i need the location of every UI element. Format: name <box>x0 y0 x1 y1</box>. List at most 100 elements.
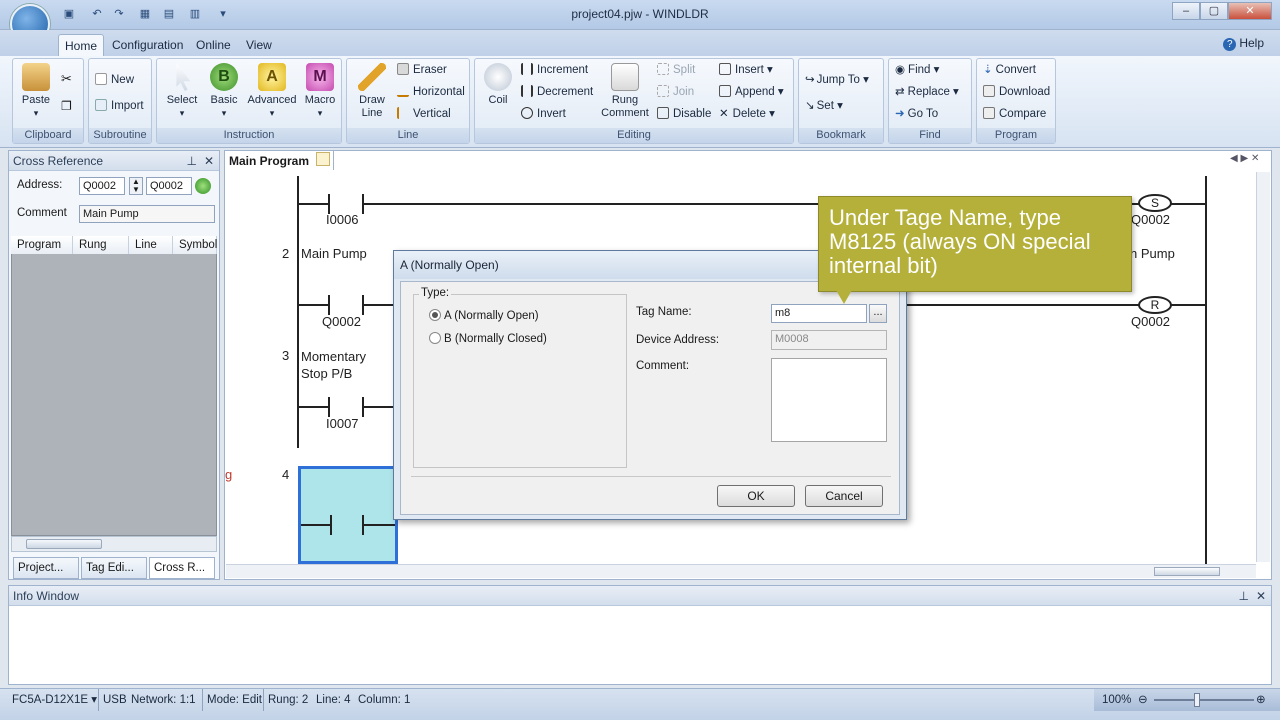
instruction-group: Select ▾ B Basic ▾ A Advanced ▾ M Macro ▾ In… <box>156 58 342 144</box>
download-button[interactable]: Download <box>983 83 1050 101</box>
info-pin-icon[interactable]: ⊥ <box>1239 586 1249 606</box>
address-to-field[interactable]: Q0002 <box>146 177 192 195</box>
basic-button[interactable]: B Basic ▾ <box>205 63 243 120</box>
panel-close-icon[interactable]: ✕ <box>204 151 214 171</box>
coil-icon <box>484 63 512 91</box>
paste-icon <box>22 63 50 91</box>
cancel-button[interactable]: Cancel <box>805 485 883 507</box>
rung2-contact-address: Q0002 <box>322 314 362 329</box>
rung2-reset-coil[interactable]: R <box>1138 296 1172 314</box>
comment-field[interactable]: Main Pump <box>79 205 215 223</box>
find-button[interactable]: ◉ Find ▾ <box>895 61 939 79</box>
delete-button[interactable]: ✕ Delete ▾ <box>719 105 775 123</box>
scroll-thumb[interactable] <box>26 539 102 549</box>
callout-pointer <box>836 290 852 304</box>
info-window-title: Info Window ⊥ ✕ <box>9 586 1271 606</box>
network-status: Network: 1:1 <box>131 694 196 706</box>
editor-scroll-thumb[interactable] <box>1154 567 1220 576</box>
bookmark-label: Bookmark <box>799 128 883 143</box>
pin-icon[interactable]: ⊥ <box>187 151 197 171</box>
rung1-set-coil[interactable]: S <box>1138 194 1172 212</box>
binoculars-icon: ◉ <box>895 64 906 76</box>
zoom-slider[interactable] <box>1154 699 1254 701</box>
refresh-icon[interactable] <box>195 178 211 194</box>
insert-button[interactable]: Insert ▾ <box>719 61 773 79</box>
set-button[interactable]: ↘ Set ▾ <box>805 97 843 115</box>
new-icon <box>95 73 107 85</box>
eraser-button[interactable]: Eraser <box>397 61 447 79</box>
help-button[interactable]: ? Help <box>1223 36 1264 51</box>
convert-button[interactable]: ⇣ Convert <box>983 61 1036 79</box>
cross-reference-list[interactable] <box>11 236 217 536</box>
column-program[interactable]: Program <box>11 236 73 254</box>
rung1-wire <box>299 203 819 205</box>
rung3-contact[interactable] <box>328 397 364 417</box>
increment-icon <box>521 63 533 75</box>
compare-button[interactable]: Compare <box>983 105 1046 123</box>
column-status: Column: 1 <box>358 694 411 706</box>
zoom-in-icon[interactable]: ⊕ <box>1256 689 1266 711</box>
join-button[interactable]: Join <box>657 83 694 101</box>
new-tab-icon[interactable] <box>316 152 330 166</box>
append-button[interactable]: Append ▾ <box>719 83 784 101</box>
tab-tag-editor[interactable]: Tag Edi... <box>81 557 147 579</box>
address-from-field[interactable]: Q0002 <box>79 177 125 195</box>
column-line[interactable]: Line <box>129 236 173 254</box>
cut-icon[interactable]: ✂ <box>61 71 72 87</box>
column-symbol[interactable]: Symbol <box>173 236 217 254</box>
disable-button[interactable]: Disable <box>657 105 711 123</box>
browse-button[interactable]: ... <box>869 304 887 323</box>
paste-button[interactable]: Paste ▾ <box>19 63 53 120</box>
tab-view[interactable]: View <box>240 34 278 56</box>
plc-type[interactable]: FC5A-D12X1E ▾ <box>12 689 97 711</box>
minimize-button[interactable]: – <box>1172 2 1200 20</box>
comment-textarea[interactable] <box>771 358 887 442</box>
close-button[interactable]: ✕ <box>1228 2 1272 20</box>
decrement-icon <box>521 85 533 97</box>
tab-home[interactable]: Home <box>58 34 105 56</box>
tab-cross-reference[interactable]: Cross R... <box>149 557 215 579</box>
macro-button[interactable]: M Macro ▾ <box>301 63 339 120</box>
replace-button[interactable]: ⇄ Replace ▾ <box>895 83 959 101</box>
option-normally-closed[interactable]: B (Normally Closed) <box>429 332 547 345</box>
maximize-button[interactable]: ▢ <box>1200 2 1228 20</box>
zoom-out-icon[interactable]: ⊖ <box>1138 689 1148 711</box>
ok-button[interactable]: OK <box>717 485 795 507</box>
column-rung[interactable]: Rung <box>73 236 129 254</box>
info-close-icon[interactable]: ✕ <box>1256 586 1266 606</box>
go-to-button[interactable]: ➜ Go To <box>895 105 938 123</box>
vertical-button[interactable]: Vertical <box>397 105 451 123</box>
rung4-contact[interactable] <box>330 515 364 535</box>
split-button[interactable]: Split <box>657 61 695 79</box>
draw-line-button[interactable]: Draw Line <box>351 63 393 120</box>
advanced-icon: A <box>258 63 286 91</box>
horizontal-scrollbar[interactable] <box>11 536 217 552</box>
invert-button[interactable]: Invert <box>521 105 566 123</box>
decrement-button[interactable]: Decrement <box>521 83 593 101</box>
zoom-slider-thumb[interactable] <box>1194 693 1200 707</box>
help-icon: ? <box>1223 38 1237 51</box>
select-button[interactable]: Select ▾ <box>163 63 201 120</box>
rung1-contact[interactable] <box>328 194 364 214</box>
tab-project[interactable]: Project... <box>13 557 79 579</box>
advanced-button[interactable]: A Advanced ▾ <box>247 63 297 120</box>
increment-button[interactable]: Increment <box>521 61 588 79</box>
new-button[interactable]: New <box>95 71 134 89</box>
address-spinner[interactable]: ▲ ▼ <box>129 177 143 195</box>
horizontal-button[interactable]: Horizontal <box>397 83 465 101</box>
tab-online[interactable]: Online <box>190 34 237 56</box>
tab-configuration[interactable]: Configuration <box>106 34 189 56</box>
tag-name-input[interactable]: m8 <box>771 304 867 323</box>
coil-button[interactable]: Coil <box>479 63 517 107</box>
vertical-scrollbar[interactable] <box>1256 172 1270 562</box>
rung2-contact[interactable] <box>328 295 364 315</box>
jump-to-button[interactable]: ↪ Jump To ▾ <box>805 71 869 89</box>
dialog-divider <box>411 476 891 477</box>
import-button[interactable]: Import <box>95 97 144 115</box>
copy-icon[interactable]: ❐ <box>61 99 72 113</box>
tab-nav-icon[interactable]: ◀ ▶ ✕ <box>1230 153 1259 164</box>
rung-comment-button[interactable]: Rung Comment <box>601 63 649 120</box>
tag-name-label: Tag Name: <box>636 306 692 318</box>
editor-horizontal-scrollbar[interactable] <box>226 564 1256 578</box>
option-normally-open[interactable]: A (Normally Open) <box>429 309 539 322</box>
